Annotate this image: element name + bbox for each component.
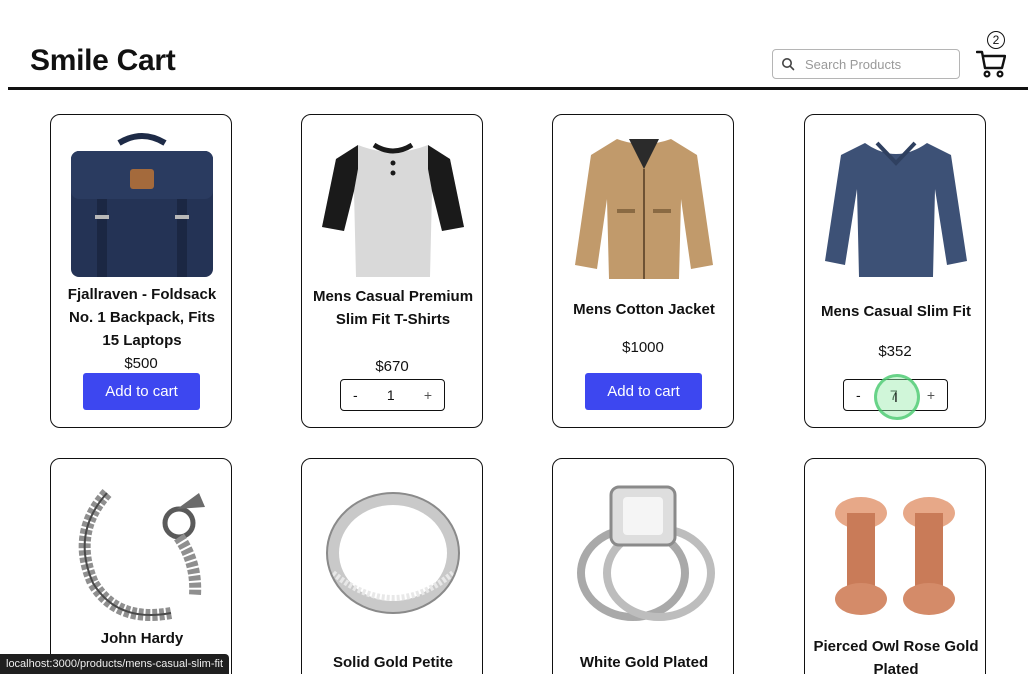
- product-card[interactable]: Mens Cotton Jacket $1000 Add to cart: [552, 114, 734, 428]
- cart-icon: [976, 50, 1006, 78]
- product-card[interactable]: Mens Casual Premium Slim Fit T-Shirts $6…: [301, 114, 483, 428]
- brand-logo[interactable]: Smile Cart: [30, 44, 176, 78]
- product-price: $670: [375, 358, 409, 375]
- product-image-plugs: [835, 497, 955, 615]
- product-image-jacket: [575, 139, 713, 279]
- product-price: $1000: [622, 339, 664, 356]
- product-name[interactable]: Pierced Owl Rose Gold Plated: [813, 635, 979, 674]
- app-header: Smile Cart 2: [8, 0, 1028, 90]
- product-image-bracelet: [78, 488, 205, 621]
- increase-button[interactable]: +: [424, 387, 432, 403]
- product-name[interactable]: Mens Casual Slim Fit: [813, 300, 979, 323]
- product-card[interactable]: White Gold Plated: [552, 458, 734, 674]
- product-image-ring-set: [577, 485, 715, 621]
- quantity-value[interactable]: 1: [387, 387, 395, 403]
- decrease-button[interactable]: -: [856, 387, 861, 403]
- cart-button[interactable]: 2: [974, 30, 1014, 80]
- product-name[interactable]: Mens Casual Premium Slim Fit T-Shirts: [310, 285, 476, 331]
- search-box[interactable]: [772, 49, 960, 79]
- product-image-slim-fit-shirt: [825, 141, 967, 277]
- product-name[interactable]: White Gold Plated: [561, 651, 727, 674]
- text-cursor-icon: I: [894, 389, 898, 405]
- product-name[interactable]: Solid Gold Petite: [310, 651, 476, 674]
- search-input[interactable]: [805, 56, 955, 72]
- increase-button[interactable]: +: [927, 387, 935, 403]
- product-image-backpack: [71, 133, 213, 277]
- product-name[interactable]: Fjallraven - Foldsack No. 1 Backpack, Fi…: [59, 283, 225, 352]
- product-image-tshirt: [322, 142, 464, 277]
- product-card[interactable]: Solid Gold Petite: [301, 458, 483, 674]
- quantity-stepper: - 1 +: [340, 379, 445, 411]
- add-to-cart-button[interactable]: Add to cart: [585, 373, 702, 410]
- product-card[interactable]: John Hardy: [50, 458, 232, 674]
- decrease-button[interactable]: -: [353, 387, 358, 403]
- product-card[interactable]: Fjallraven - Foldsack No. 1 Backpack, Fi…: [50, 114, 232, 428]
- product-name[interactable]: Mens Cotton Jacket: [561, 298, 727, 321]
- product-price: $500: [124, 355, 158, 372]
- status-url-bar: localhost:3000/products/mens-casual-slim…: [0, 654, 230, 674]
- cart-count-badge: 2: [987, 31, 1005, 49]
- add-to-cart-button[interactable]: Add to cart: [83, 373, 200, 410]
- search-icon: [782, 58, 795, 71]
- product-image-ring: [326, 492, 460, 614]
- product-card[interactable]: Mens Casual Slim Fit $352 - 7 +: [804, 114, 986, 428]
- product-price: $352: [878, 343, 912, 360]
- product-card[interactable]: Pierced Owl Rose Gold Plated: [804, 458, 986, 674]
- product-name[interactable]: John Hardy: [59, 627, 225, 650]
